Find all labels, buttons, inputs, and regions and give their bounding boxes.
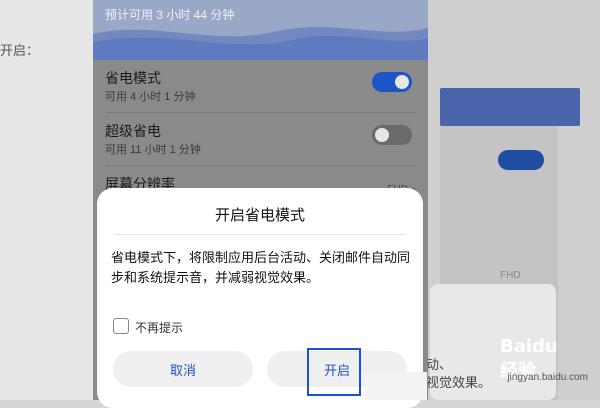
do-not-remind-checkbox[interactable]: [113, 318, 129, 334]
background-left-pane: [0, 0, 93, 400]
super-power-saving-row[interactable]: 超级省电 可用 11 小时 1 分钟: [105, 113, 416, 166]
power-saving-toggle[interactable]: [372, 72, 412, 92]
background-card-line-1: 动、: [426, 357, 453, 372]
row-title: 超级省电: [105, 123, 161, 139]
background-card-line-2: 视觉效果。: [426, 375, 492, 390]
cancel-button[interactable]: 取消: [113, 351, 253, 387]
battery-header: 预计可用 3 小时 44 分钟: [93, 0, 428, 60]
background-left-text: 开启：: [0, 43, 40, 58]
row-subtitle: 可用 4 小时 1 分钟: [105, 91, 196, 103]
watermark-cover: [365, 372, 427, 400]
background-right-band: [440, 88, 580, 126]
watermark-domain: jingyan.baidu.com: [507, 372, 588, 383]
toggle-knob: [395, 75, 409, 89]
background-card-text: 动、 视觉效果。: [426, 356, 491, 392]
background-toggle: [498, 150, 544, 170]
baidu-watermark: Baidu经验: [500, 336, 570, 382]
row-subtitle: 可用 11 小时 1 分钟: [105, 144, 201, 156]
row-title: 省电模式: [105, 70, 161, 86]
super-power-saving-toggle[interactable]: [372, 125, 412, 145]
dialog-body: 省电模式下，将限制应用后台活动、关闭邮件自动同步和系统提示音，并减弱视觉效果。: [111, 250, 411, 285]
dialog-divider: [115, 234, 405, 235]
toggle-knob: [375, 128, 389, 142]
battery-estimate: 预计可用 3 小时 44 分钟: [105, 8, 235, 22]
do-not-remind-label: 不再提示: [135, 321, 184, 335]
background-fhd-text: FHD: [500, 270, 521, 281]
power-saving-row[interactable]: 省电模式 可用 4 小时 1 分钟: [105, 60, 416, 113]
dialog-title: 开启省电模式: [214, 207, 305, 224]
